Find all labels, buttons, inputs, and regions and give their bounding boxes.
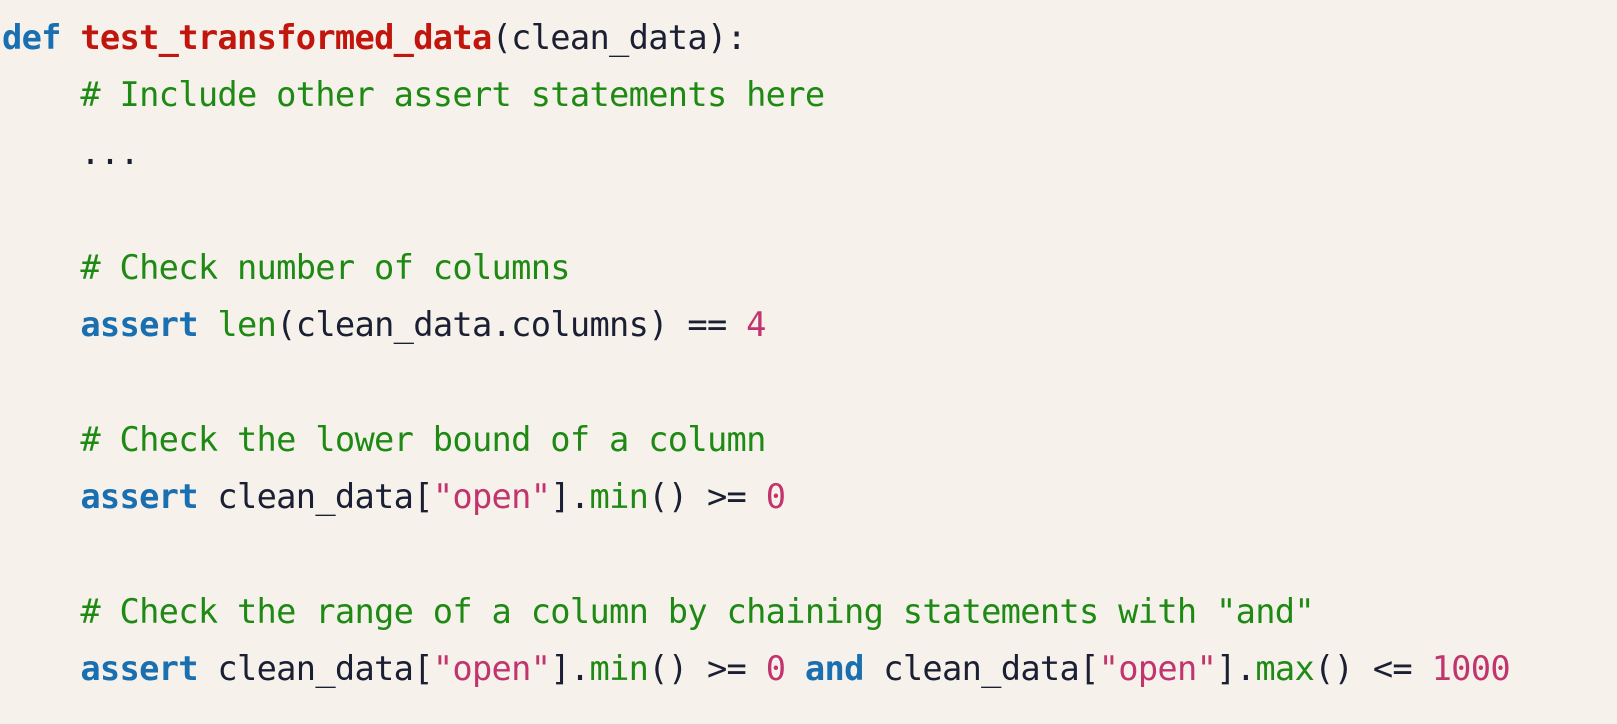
number-token: 1000 — [1431, 649, 1511, 689]
keyword-token: and — [804, 649, 864, 689]
code-token: ... — [2, 132, 140, 172]
number-token: 0 — [765, 477, 786, 517]
code-token: ]. — [1216, 649, 1256, 689]
code-block: def test_transformed_data(clean_data): #… — [2, 9, 1511, 698]
comment-token: # Check the lower bound of a column — [80, 419, 766, 459]
builtin-token: min — [589, 477, 649, 517]
code-line: assert clean_data["open"].min() >= 0 — [2, 468, 1510, 525]
code-token: ]. — [550, 477, 590, 517]
keyword-token: assert — [80, 649, 198, 689]
builtin-token: max — [1255, 649, 1315, 689]
code-token: () >= — [648, 477, 766, 517]
code-token: (clean_data): — [491, 18, 747, 57]
keyword-token: def — [2, 18, 61, 57]
function-name-token: test_transformed_data — [80, 18, 492, 57]
keyword-token: assert — [80, 304, 198, 344]
string-token: "open" — [432, 649, 551, 689]
code-token: () >= — [648, 649, 766, 689]
code-line: def test_transformed_data(clean_data): — [2, 9, 1510, 66]
code-token: clean_data[ — [863, 649, 1099, 689]
comment-token: # Include other assert statements here — [80, 75, 825, 115]
code-line: assert len(clean_data.columns) == 4 — [2, 296, 1510, 353]
code-token: clean_data[ — [197, 477, 433, 517]
comment-token: # Check number of columns — [80, 247, 570, 287]
code-token: clean_data[ — [197, 649, 433, 689]
keyword-token: assert — [80, 477, 198, 517]
builtin-token: min — [589, 649, 649, 689]
code-token: ]. — [550, 649, 590, 689]
string-token: "open" — [432, 477, 551, 517]
code-token: (clean_data.columns) == — [276, 304, 747, 344]
code-token: () <= — [1314, 649, 1432, 689]
code-line: # Check the lower bound of a column — [2, 411, 1510, 468]
code-line: # Check the range of a column by chainin… — [2, 583, 1510, 640]
number-token: 4 — [746, 304, 766, 344]
code-line: assert clean_data["open"].min() >= 0 and… — [2, 640, 1510, 697]
code-line: # Include other assert statements here — [2, 66, 1510, 123]
code-line: ... — [2, 124, 1510, 181]
string-token: "open" — [1098, 649, 1217, 689]
comment-token: # Check the range of a column by chainin… — [80, 591, 1314, 631]
number-token: 0 — [765, 649, 786, 689]
builtin-token: len — [217, 304, 277, 344]
code-line: # Check number of columns — [2, 239, 1510, 296]
